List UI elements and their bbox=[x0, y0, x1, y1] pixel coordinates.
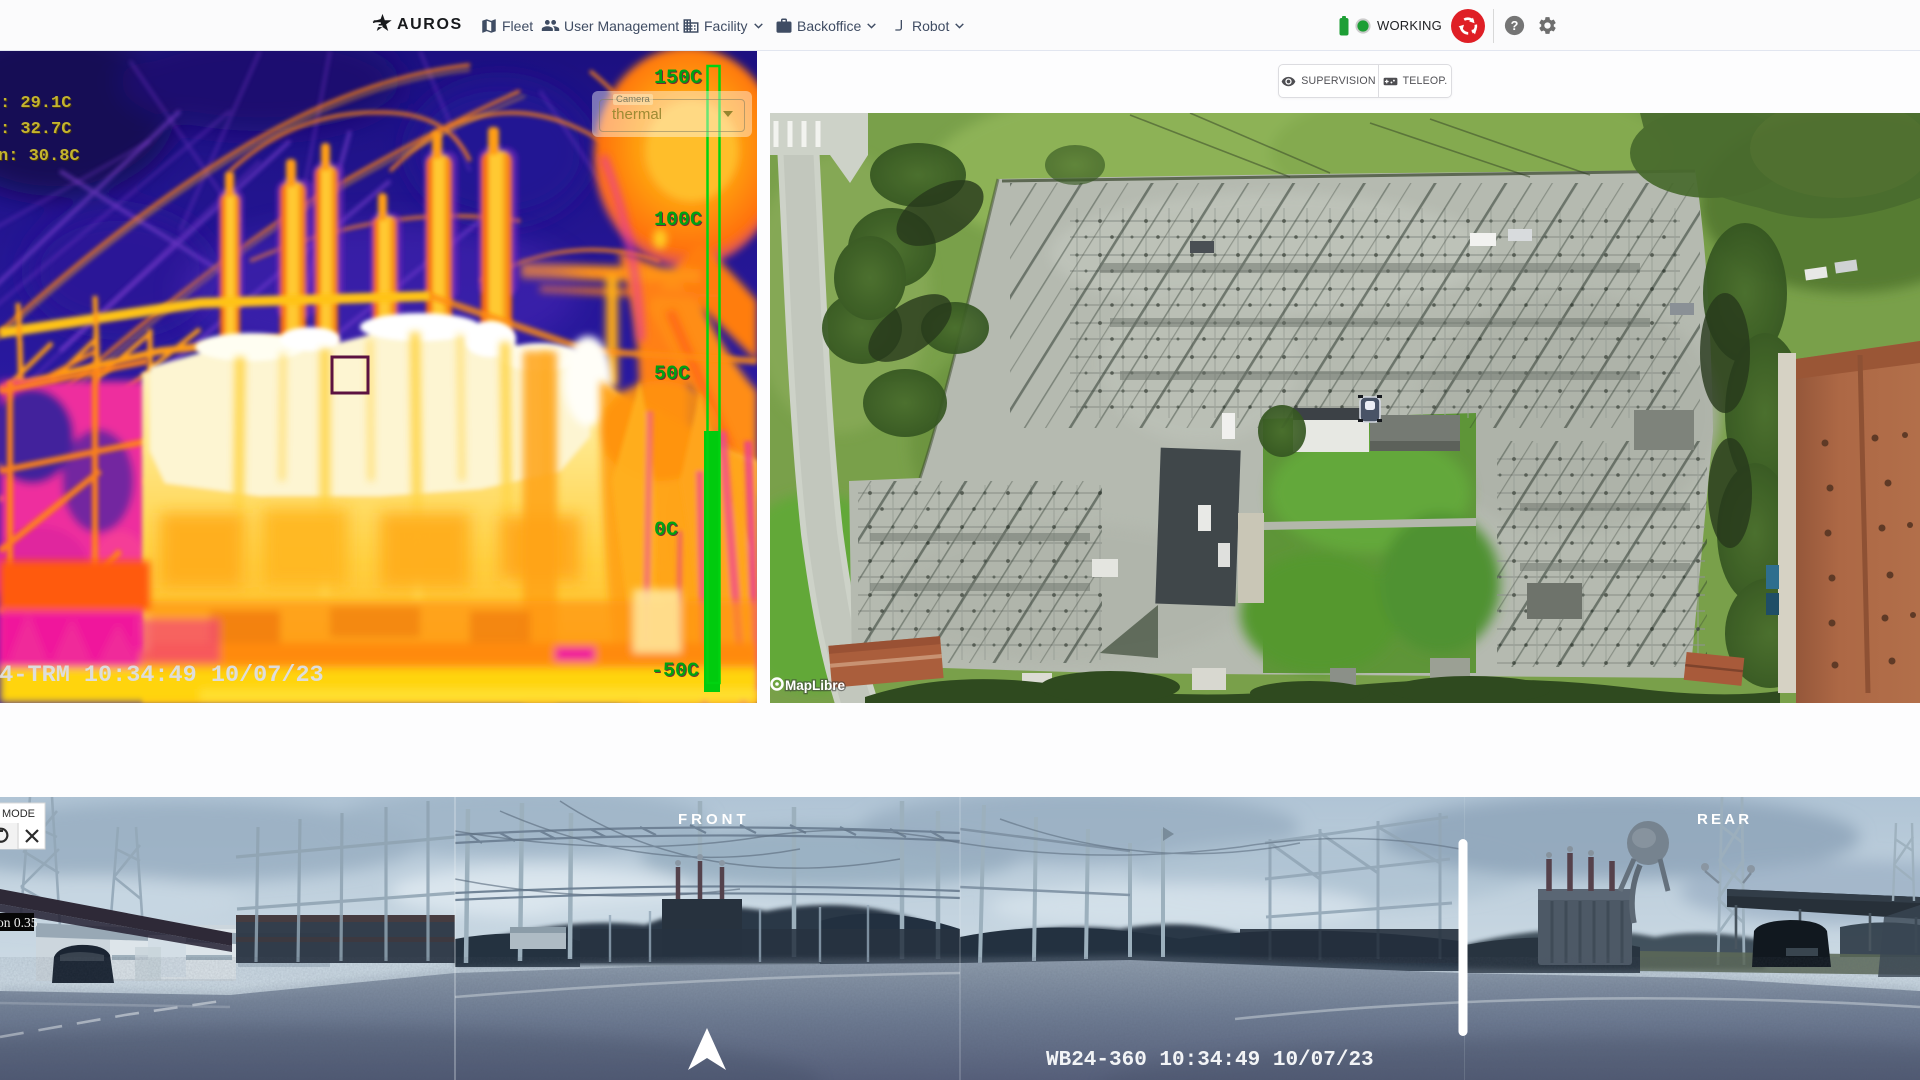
svg-text:REAR: REAR bbox=[1697, 811, 1752, 828]
svg-text:50C: 50C bbox=[654, 363, 690, 386]
svg-text:FRONT: FRONT bbox=[678, 811, 750, 828]
svg-text:n: 30.8C: n: 30.8C bbox=[0, 147, 80, 166]
svg-text:MapLibre: MapLibre bbox=[785, 678, 845, 693]
svg-text:: 29.1C: : 29.1C bbox=[0, 94, 71, 113]
svg-text:150C: 150C bbox=[654, 67, 702, 90]
svg-text:MODE: MODE bbox=[2, 808, 35, 820]
svg-text:-50C: -50C bbox=[651, 660, 699, 683]
svg-text:?: ? bbox=[1511, 19, 1519, 33]
svg-text:0C: 0C bbox=[654, 519, 678, 542]
svg-text:on 0.35: on 0.35 bbox=[0, 915, 38, 930]
svg-text:WB24-TRM 10:34:49 10/07/23: WB24-TRM 10:34:49 10/07/23 bbox=[0, 662, 324, 689]
svg-text:WB24-360 10:34:49 10/07/23: WB24-360 10:34:49 10/07/23 bbox=[1046, 1049, 1374, 1072]
svg-text:100C: 100C bbox=[654, 209, 702, 232]
svg-text:: 32.7C: : 32.7C bbox=[0, 120, 71, 139]
